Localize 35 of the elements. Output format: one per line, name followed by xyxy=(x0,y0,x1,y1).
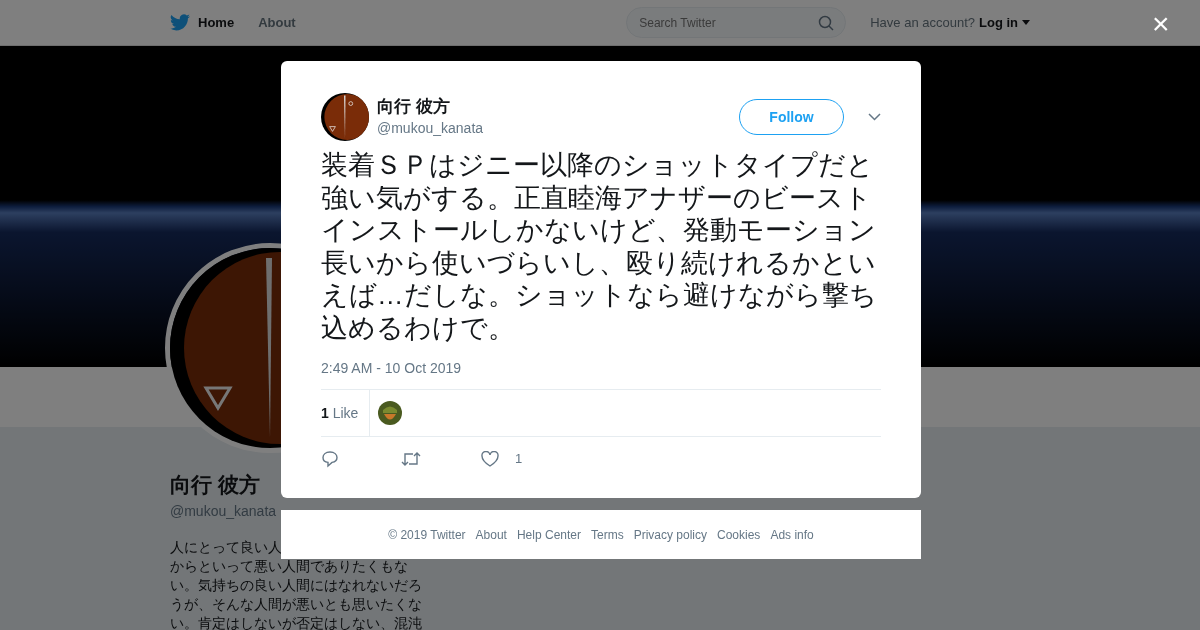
footer-link[interactable]: Terms xyxy=(591,525,624,544)
like-action-count: 1 xyxy=(515,450,523,468)
footer-link[interactable]: Privacy policy xyxy=(633,525,707,544)
search-icon[interactable] xyxy=(818,15,835,31)
user-name[interactable]: 向行 彼方 xyxy=(377,95,484,118)
bio-text: い。気持ちの良い人間にはなれないだろ xyxy=(170,575,422,595)
heart-icon[interactable] xyxy=(481,450,499,467)
chevron-down-icon[interactable] xyxy=(868,113,881,121)
follow-button[interactable]: Follow xyxy=(739,99,844,135)
close-button[interactable]: × xyxy=(1152,10,1170,38)
tweet-text: 装着ＳＰはジニー以降のショットタイプだと強い気がする。正直睦海アナザーのビーストインストールしかないけど、発動モーション長いから使いづらいし、殴り続けれるかといえば…だしな。ショットなら避けながら撃ち込めるわけで。 xyxy=(321,149,878,344)
footer-link[interactable]: About xyxy=(475,525,507,544)
footer-link[interactable]: Ads info xyxy=(770,525,814,544)
avatar-icon[interactable] xyxy=(378,401,403,425)
like-count[interactable]: 1 Like xyxy=(321,390,371,436)
user-handle[interactable]: @mukou_kanata xyxy=(377,117,484,139)
bio-text: 人にとって良い人 xyxy=(170,537,282,557)
login-link[interactable]: Log in xyxy=(979,12,1018,33)
footer-link[interactable]: Help Center xyxy=(516,525,581,544)
profile-handle: @mukou_kanata xyxy=(170,501,278,521)
bio-text: い。肯定はしないが否定はしない、混沌 xyxy=(170,613,422,630)
user-avatar[interactable] xyxy=(321,93,369,141)
reply-icon[interactable] xyxy=(321,449,339,468)
tweet-timestamp[interactable]: 2:49 AM - 10 Oct 2019 xyxy=(321,358,881,379)
retweet-icon[interactable] xyxy=(401,450,421,467)
copyright-text: © 2019 Twitter xyxy=(388,526,466,544)
bio-text: うが、そんな人間が悪いとも思いたくな xyxy=(170,594,422,614)
nav-link[interactable]: Home xyxy=(198,12,235,33)
footer-link[interactable]: Cookies xyxy=(717,525,761,544)
bio-text: からといって悪い人間でありたくもな xyxy=(170,556,408,576)
nav-link[interactable]: About xyxy=(258,12,296,33)
profile-name: 向行 彼方 xyxy=(170,472,261,498)
caret-icon[interactable] xyxy=(1022,20,1030,25)
search-field[interactable]: Search Twitter xyxy=(626,7,847,38)
account-prompt: Have an account? xyxy=(870,13,975,32)
